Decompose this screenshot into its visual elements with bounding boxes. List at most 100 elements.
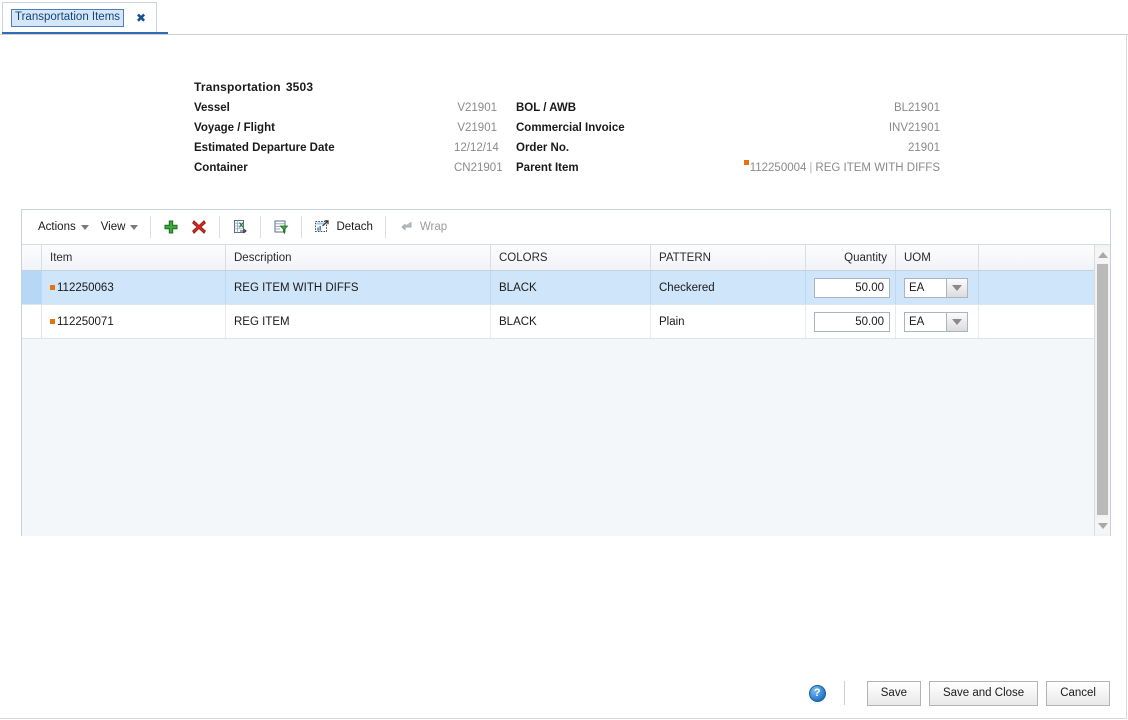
export-to-excel-button[interactable]: X	[226, 215, 254, 239]
delete-row-button[interactable]	[185, 215, 213, 239]
save-and-close-button[interactable]: Save and Close	[928, 680, 1039, 706]
column-header-item-label: Item	[50, 251, 73, 264]
field-label-container: Container	[194, 162, 248, 174]
save-button[interactable]: Save	[866, 680, 921, 706]
close-icon[interactable]: ✖	[136, 12, 146, 24]
toolbar-divider	[301, 216, 303, 238]
scrollbar-thumb[interactable]	[1097, 264, 1108, 515]
chevron-down-icon	[80, 224, 89, 230]
column-header-description[interactable]: Description	[226, 245, 491, 270]
uom-input[interactable]	[904, 277, 946, 298]
detach-button[interactable]: Detach	[308, 215, 378, 239]
cell-item[interactable]: 112250063	[42, 271, 226, 304]
quantity-input[interactable]	[814, 277, 890, 298]
tab-transportation-items[interactable]: Transportation Items ✖	[2, 2, 158, 33]
query-by-example-button[interactable]	[267, 215, 295, 239]
uom-dropdown[interactable]	[904, 311, 968, 332]
cell-description[interactable]: REG ITEM WITH DIFFS	[226, 271, 491, 304]
table-toolbar: Actions View X Detach Wrap	[22, 210, 1110, 245]
column-header-uom[interactable]: UOM	[896, 245, 979, 270]
column-header-description-label: Description	[234, 251, 292, 264]
header-row: Voyage / Flight V21901 Commercial Invoic…	[194, 118, 940, 138]
query-by-example-icon	[273, 219, 289, 235]
cell-quantity[interactable]	[806, 271, 896, 304]
cell-uom[interactable]	[896, 305, 979, 338]
parent-item-description: REG ITEM WITH DIFFS	[815, 162, 940, 174]
column-header-filler	[979, 245, 1110, 270]
uom-dropdown-button[interactable]	[946, 311, 968, 332]
toolbar-divider	[150, 216, 152, 238]
parent-item-id: 112250004	[749, 162, 807, 174]
toolbar-divider	[219, 216, 221, 238]
grid-vertical-scrollbar[interactable]	[1094, 245, 1110, 536]
cancel-button[interactable]: Cancel	[1046, 680, 1110, 706]
required-marker-icon	[743, 160, 749, 165]
uom-dropdown-button[interactable]	[946, 277, 968, 298]
cell-pattern[interactable]: Plain	[651, 305, 806, 338]
field-value-order-no: 21901	[908, 142, 940, 154]
field-value-container: CN21901	[454, 162, 503, 174]
required-marker-icon	[50, 285, 55, 290]
cell-colors[interactable]: BLACK	[491, 305, 651, 338]
header-row: Vessel V21901 BOL / AWB BL21901	[194, 98, 940, 118]
column-header-pattern-label: PATTERN	[659, 251, 711, 264]
tab-strip-divider	[0, 34, 1128, 35]
cell-pattern-value: Checkered	[659, 281, 715, 294]
uom-input[interactable]	[904, 311, 946, 332]
chevron-up-icon	[1097, 252, 1108, 258]
table-row[interactable]: 112250071 REG ITEM BLACK Plain	[22, 305, 1110, 339]
detach-icon	[314, 219, 330, 235]
scroll-down-button[interactable]	[1095, 518, 1110, 534]
field-label-parent-item: Parent Item	[516, 162, 579, 174]
actions-menu-label: Actions	[38, 221, 76, 233]
grid-body: 112250063 REG ITEM WITH DIFFS BLACK Chec…	[22, 271, 1110, 339]
uom-dropdown[interactable]	[904, 277, 968, 298]
row-selector-header	[22, 245, 42, 270]
column-header-pattern[interactable]: PATTERN	[651, 245, 806, 270]
multiply-icon	[191, 219, 207, 235]
header-row: Estimated Departure Date 12/12/14 Order …	[194, 138, 940, 158]
cell-uom[interactable]	[896, 271, 979, 304]
required-marker-icon	[50, 319, 55, 324]
items-grid: Item Description COLORS PATTERN Quantity…	[22, 245, 1110, 536]
application-window: Transportation Items ✖ Transportation 350…	[0, 0, 1128, 719]
row-selector-cell[interactable]	[22, 271, 42, 304]
cell-description[interactable]: REG ITEM	[226, 305, 491, 338]
help-icon[interactable]: ?	[808, 684, 826, 702]
toolbar-divider	[384, 216, 386, 238]
table-row[interactable]: 112250063 REG ITEM WITH DIFFS BLACK Chec…	[22, 271, 1110, 305]
detach-label: Detach	[336, 221, 373, 233]
page-title-text: Transportation	[194, 80, 281, 94]
field-label-voyage-flight: Voyage / Flight	[194, 122, 275, 134]
cell-colors[interactable]: BLACK	[491, 271, 651, 304]
row-selector-cell[interactable]	[22, 305, 42, 338]
column-header-uom-label: UOM	[904, 251, 931, 264]
view-menu-button[interactable]: View	[95, 217, 145, 237]
cell-item[interactable]: 112250071	[42, 305, 226, 338]
export-to-excel-icon: X	[232, 219, 248, 235]
cell-quantity[interactable]	[806, 305, 896, 338]
chevron-down-icon	[952, 318, 962, 325]
field-value-voyage-flight: V21901	[457, 122, 497, 134]
column-header-item[interactable]: Item	[42, 245, 226, 270]
cell-pattern-value: Plain	[659, 315, 685, 328]
field-label-order-no: Order No.	[516, 142, 570, 154]
column-header-quantity[interactable]: Quantity	[806, 245, 896, 270]
header-row: Container CN21901 Parent Item 112250004 |…	[194, 158, 940, 178]
cell-filler	[979, 271, 1110, 304]
wrap-button[interactable]: Wrap	[392, 215, 453, 239]
add-row-button[interactable]	[157, 215, 185, 239]
scroll-up-button[interactable]	[1095, 247, 1110, 263]
column-header-colors[interactable]: COLORS	[491, 245, 651, 270]
page-title-number: 3503	[285, 80, 314, 94]
wrap-label: Wrap	[419, 221, 448, 233]
cell-description-value: REG ITEM WITH DIFFS	[234, 281, 359, 294]
tab-label: Transportation Items	[11, 9, 125, 27]
quantity-input[interactable]	[814, 311, 890, 332]
cell-pattern[interactable]: Checkered	[651, 271, 806, 304]
cell-colors-value: BLACK	[499, 281, 537, 294]
field-value-vessel: V21901	[457, 102, 497, 114]
column-header-colors-label: COLORS	[499, 251, 548, 264]
cell-filler	[979, 305, 1110, 338]
actions-menu-button[interactable]: Actions	[32, 217, 95, 237]
